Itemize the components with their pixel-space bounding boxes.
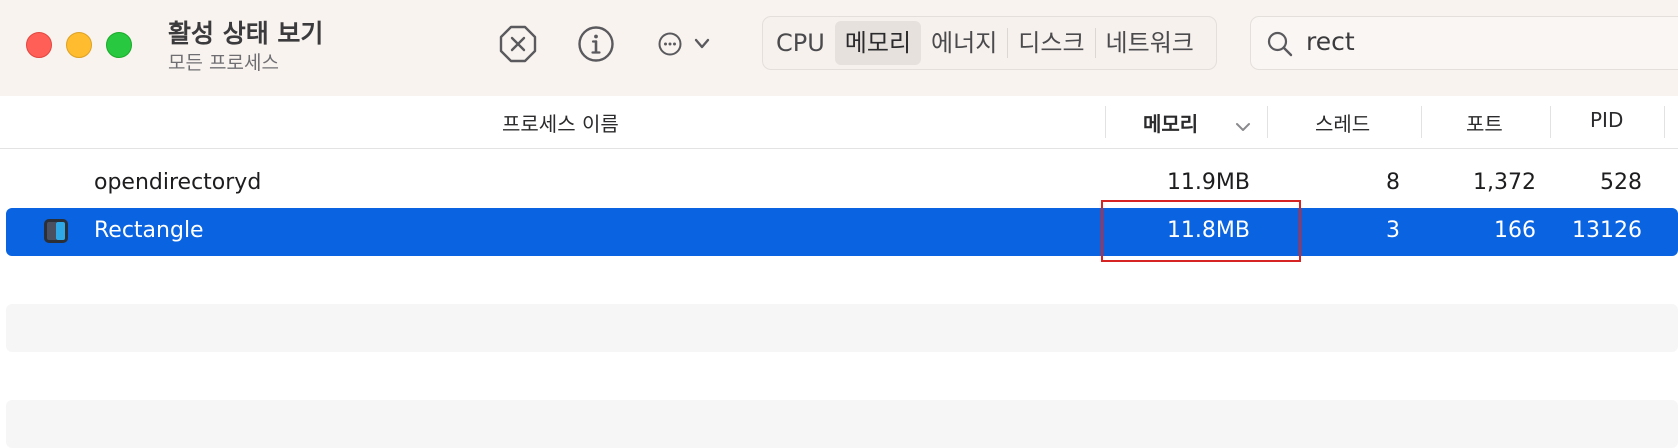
minimize-window-button[interactable] <box>66 32 92 58</box>
empty-row <box>6 400 1678 448</box>
process-name: opendirectoryd <box>94 170 262 195</box>
column-header-pid[interactable]: PID <box>1590 108 1623 132</box>
column-divider[interactable] <box>1664 106 1665 138</box>
toolbar: 활성 상태 보기 모든 프로세스 CPU 메모리 에너지 디스크 네트워크 re… <box>0 0 1678 97</box>
column-header-process-name[interactable]: 프로세스 이름 <box>502 108 619 137</box>
tab-network[interactable]: 네트워크 <box>1096 21 1204 65</box>
table-row[interactable]: opendirectoryd 11.9MB 8 1,372 528 <box>6 160 1678 208</box>
pid-value: 13126 <box>1572 218 1642 243</box>
column-header-memory[interactable]: 메모리 <box>1143 108 1198 137</box>
tab-memory[interactable]: 메모리 <box>834 21 922 65</box>
pid-value: 528 <box>1600 170 1642 195</box>
process-name: Rectangle <box>94 218 204 243</box>
search-query: rect <box>1306 27 1355 56</box>
search-icon <box>1265 29 1295 59</box>
info-icon[interactable] <box>576 24 616 64</box>
table-header: 프로세스 이름 메모리 스레드 포트 PID <box>0 96 1678 149</box>
stop-process-icon[interactable] <box>498 24 538 64</box>
chevron-down-icon <box>1235 118 1251 137</box>
window-title: 활성 상태 보기 <box>168 19 324 48</box>
column-divider[interactable] <box>1267 106 1268 138</box>
column-header-ports[interactable]: 포트 <box>1466 108 1503 137</box>
column-divider[interactable] <box>1550 106 1551 138</box>
rectangle-app-icon <box>42 217 70 245</box>
window-subtitle[interactable]: 모든 프로세스 <box>168 48 279 75</box>
table-row-selected[interactable]: Rectangle 11.8MB 3 166 13126 <box>6 208 1678 256</box>
search-input[interactable]: rect <box>1250 16 1678 70</box>
tab-cpu[interactable]: CPU <box>766 21 835 65</box>
column-divider[interactable] <box>1421 106 1422 138</box>
empty-row <box>6 304 1678 352</box>
zoom-window-button[interactable] <box>106 32 132 58</box>
threads-value: 8 <box>1386 170 1400 195</box>
column-header-threads[interactable]: 스레드 <box>1315 108 1370 137</box>
more-actions-icon[interactable] <box>656 24 714 64</box>
close-window-button[interactable] <box>26 32 52 58</box>
column-divider[interactable] <box>1105 106 1106 138</box>
ports-value: 166 <box>1494 218 1536 243</box>
view-segmented-control: CPU 메모리 에너지 디스크 네트워크 <box>762 16 1217 70</box>
memory-value: 11.9MB <box>1166 170 1250 195</box>
threads-value: 3 <box>1386 218 1400 243</box>
tab-disk[interactable]: 디스크 <box>1008 21 1094 65</box>
ports-value: 1,372 <box>1473 170 1536 195</box>
highlight-box <box>1101 200 1301 262</box>
tab-energy[interactable]: 에너지 <box>921 21 1007 65</box>
